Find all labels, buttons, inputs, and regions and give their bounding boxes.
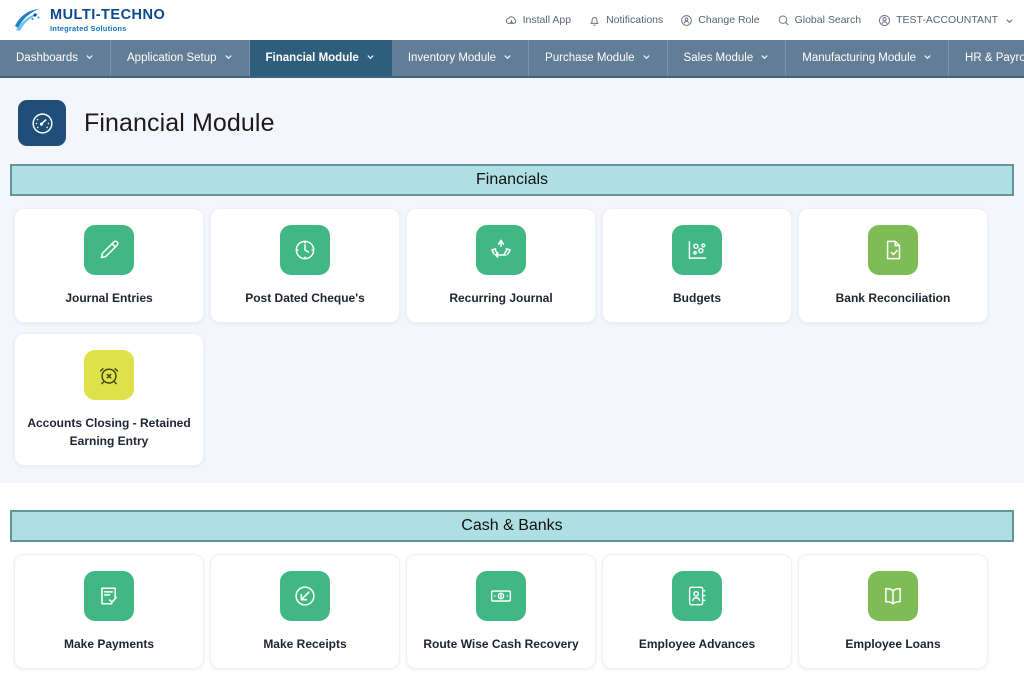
alarm-clock-off-icon — [84, 350, 134, 400]
chevron-down-icon — [85, 52, 94, 64]
section-title-cash-and-banks: Cash & Banks — [10, 510, 1014, 542]
card-recurring-journal[interactable]: Recurring Journal — [406, 208, 596, 323]
card-accounts-closing-retained-earning-entry[interactable]: Accounts Closing - Retained Earning Entr… — [14, 333, 204, 466]
contact-card-icon — [672, 571, 722, 621]
card-label: Employee Loans — [845, 635, 940, 654]
brand-logo[interactable]: MULTI-TECHNO Integrated Solutions — [14, 7, 165, 33]
page-title: Financial Module — [84, 109, 275, 138]
nav-item-hr-payroll[interactable]: HR & Payroll — [949, 40, 1024, 76]
change-role-label: Change Role — [698, 14, 759, 26]
user-account-label: TEST-ACCOUNTANT — [896, 14, 998, 26]
card-label: Post Dated Cheque's — [245, 289, 365, 308]
card-label: Route Wise Cash Recovery — [423, 635, 578, 654]
chevron-down-icon — [224, 52, 233, 64]
checklist-icon — [84, 571, 134, 621]
brand-subtitle: Integrated Solutions — [50, 25, 165, 33]
main-navigation: Dashboards Application Setup Financial M… — [0, 40, 1024, 78]
banknote-icon — [476, 571, 526, 621]
section-cash-and-banks: Cash & Banks Make Payments — [0, 510, 1024, 679]
document-check-icon — [868, 225, 918, 275]
card-row: Accounts Closing - Retained Earning Entr… — [10, 333, 1014, 476]
chevron-down-icon — [366, 52, 375, 64]
card-label: Accounts Closing - Retained Earning Entr… — [23, 414, 195, 451]
card-budgets[interactable]: Budgets — [602, 208, 792, 323]
section-cash-and-banks-wrapper: Cash & Banks Make Payments — [0, 483, 1024, 679]
nav-label: Inventory Module — [408, 52, 496, 64]
scatter-chart-icon — [672, 225, 722, 275]
nav-item-inventory-module[interactable]: Inventory Module — [392, 40, 529, 76]
notifications-button[interactable]: Notifications — [588, 14, 663, 27]
card-label: Make Receipts — [263, 635, 346, 654]
nav-label: Manufacturing Module — [802, 52, 916, 64]
nav-item-sales-module[interactable]: Sales Module — [668, 40, 787, 76]
financials-cards: Journal Entries Post Dated Cheque's — [10, 196, 1014, 476]
user-account-menu[interactable]: TEST-ACCOUNTANT — [878, 14, 1014, 27]
install-app-button[interactable]: Install App — [505, 14, 571, 27]
user-switch-icon — [680, 14, 693, 27]
nav-label: Sales Module — [684, 52, 754, 64]
arrow-down-left-circle-icon — [280, 571, 330, 621]
page-header: Financial Module — [0, 78, 1024, 164]
nav-item-financial-module[interactable]: Financial Module — [250, 40, 392, 76]
card-post-dated-cheques[interactable]: Post Dated Cheque's — [210, 208, 400, 323]
nav-item-purchase-module[interactable]: Purchase Module — [529, 40, 668, 76]
nav-item-manufacturing-module[interactable]: Manufacturing Module — [786, 40, 949, 76]
nav-label: Dashboards — [16, 52, 78, 64]
nav-label: Financial Module — [266, 52, 359, 64]
chevron-down-icon — [642, 52, 651, 64]
nav-item-application-setup[interactable]: Application Setup — [111, 40, 250, 76]
install-app-label: Install App — [523, 14, 571, 26]
card-employee-advances[interactable]: Employee Advances — [602, 554, 792, 669]
card-label: Budgets — [673, 289, 721, 308]
card-label: Bank Reconciliation — [836, 289, 951, 308]
card-label: Journal Entries — [65, 289, 152, 308]
gauge-icon — [18, 100, 66, 146]
page-content: Financial Module Financials Journal Entr… — [0, 78, 1024, 483]
user-circle-icon — [878, 14, 891, 27]
section-divider — [0, 483, 1024, 510]
change-role-button[interactable]: Change Role — [680, 14, 759, 27]
chevron-down-icon — [923, 52, 932, 64]
cloud-download-icon — [505, 14, 518, 27]
card-journal-entries[interactable]: Journal Entries — [14, 208, 204, 323]
chevron-down-icon — [503, 52, 512, 64]
card-make-receipts[interactable]: Make Receipts — [210, 554, 400, 669]
nav-label: Application Setup — [127, 52, 217, 64]
recycle-icon — [476, 225, 526, 275]
card-label: Employee Advances — [639, 635, 755, 654]
chevron-down-icon — [1005, 16, 1014, 25]
nav-label: Purchase Module — [545, 52, 635, 64]
notifications-label: Notifications — [606, 14, 663, 26]
bell-icon — [588, 14, 601, 27]
card-row: Journal Entries Post Dated Cheque's — [10, 208, 1014, 333]
swoosh-logo-icon — [14, 7, 44, 33]
clock-icon — [280, 225, 330, 275]
section-title-financials: Financials — [10, 164, 1014, 196]
card-label: Make Payments — [64, 635, 154, 654]
card-employee-loans[interactable]: Employee Loans — [798, 554, 988, 669]
cash-and-banks-cards: Make Payments Make Receipts — [10, 542, 1014, 679]
nav-item-dashboards[interactable]: Dashboards — [0, 40, 111, 76]
card-bank-reconciliation[interactable]: Bank Reconciliation — [798, 208, 988, 323]
pen-icon — [84, 225, 134, 275]
card-route-wise-cash-recovery[interactable]: Route Wise Cash Recovery — [406, 554, 596, 669]
card-label: Recurring Journal — [449, 289, 552, 308]
card-row: Make Payments Make Receipts — [10, 554, 1014, 679]
search-icon — [777, 14, 790, 27]
card-make-payments[interactable]: Make Payments — [14, 554, 204, 669]
chevron-down-icon — [760, 52, 769, 64]
header-actions: Install App Notifications Change Role — [505, 14, 1014, 27]
global-search-button[interactable]: Global Search — [777, 14, 862, 27]
open-book-icon — [868, 571, 918, 621]
nav-label: HR & Payroll — [965, 52, 1024, 64]
section-financials: Financials Journal Entries — [0, 164, 1024, 476]
app-header: MULTI-TECHNO Integrated Solutions Instal… — [0, 0, 1024, 40]
brand-title: MULTI-TECHNO — [50, 8, 165, 23]
global-search-label: Global Search — [795, 14, 862, 26]
